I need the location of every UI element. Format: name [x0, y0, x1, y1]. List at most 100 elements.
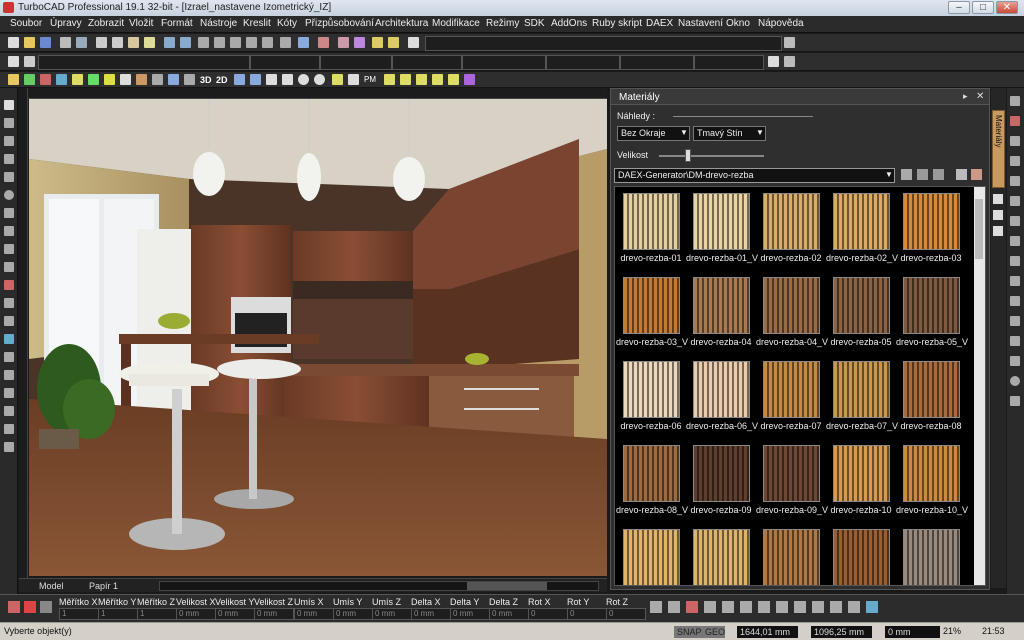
- material-thumbnail[interactable]: [623, 361, 680, 418]
- close-button[interactable]: ✕: [996, 1, 1018, 14]
- menu-zobrazit[interactable]: Zobrazit: [88, 18, 124, 29]
- settings-icon[interactable]: [784, 56, 795, 67]
- stop-icon[interactable]: [40, 601, 52, 613]
- zoom-in-icon[interactable]: [198, 37, 209, 48]
- right-tool-icon-11[interactable]: [1010, 296, 1020, 306]
- coord-field-input[interactable]: 1: [98, 608, 138, 620]
- snap-mode-indicator[interactable]: SNAP: [674, 626, 703, 638]
- zoom-out-icon[interactable]: [214, 37, 225, 48]
- arrow-select-icon[interactable]: [4, 100, 14, 110]
- drawing-viewport[interactable]: [29, 99, 607, 576]
- material-thumbnail[interactable]: [833, 361, 890, 418]
- material-thumbnail[interactable]: [623, 445, 680, 502]
- solid-icon[interactable]: [4, 352, 14, 362]
- hammer-icon[interactable]: [136, 74, 147, 85]
- menu-upravy[interactable]: Úpravy: [50, 18, 82, 29]
- menu-rezimy[interactable]: Režimy: [486, 18, 519, 29]
- open-file-icon[interactable]: [24, 37, 35, 48]
- right-tool-icon-9[interactable]: [1010, 256, 1020, 266]
- snap-tool-icon-5[interactable]: [722, 601, 734, 613]
- grid-icon[interactable]: [348, 74, 359, 85]
- modify-icon[interactable]: [4, 280, 14, 290]
- right-tool-icon-13[interactable]: [1010, 336, 1020, 346]
- info-icon[interactable]: [464, 74, 475, 85]
- line-icon[interactable]: [4, 136, 14, 146]
- right-tool-icon-1[interactable]: [1010, 96, 1020, 106]
- material-thumbnail[interactable]: [833, 445, 890, 502]
- menu-ruby-skript[interactable]: Ruby skript: [592, 18, 642, 29]
- block-tool-icon-2[interactable]: [400, 74, 411, 85]
- style-icon[interactable]: [24, 56, 35, 67]
- hatch-icon[interactable]: [4, 298, 14, 308]
- block-tool-icon-3[interactable]: [416, 74, 427, 85]
- menu-vlozit[interactable]: Vložit: [129, 18, 153, 29]
- snap-tool-icon-4[interactable]: [704, 601, 716, 613]
- filter-icon[interactable]: [933, 169, 944, 180]
- scrollbar-thumb[interactable]: [975, 199, 983, 259]
- coord-field-input[interactable]: 0 mm: [411, 608, 451, 620]
- geo-mode-indicator[interactable]: GEO: [702, 626, 725, 638]
- material-thumbnail[interactable]: [623, 277, 680, 334]
- shadow-select[interactable]: Tmavý Stín ▼: [693, 126, 766, 141]
- node-edit-icon[interactable]: [4, 118, 14, 128]
- curve-icon[interactable]: [4, 226, 14, 236]
- vertical-scrollbar[interactable]: [974, 187, 985, 585]
- red-tool-icon[interactable]: [40, 74, 51, 85]
- redo-icon[interactable]: [180, 37, 191, 48]
- coord-field-input[interactable]: 0: [606, 608, 646, 620]
- pm-button[interactable]: PM: [364, 75, 376, 84]
- plant-icon[interactable]: [88, 74, 99, 85]
- command-go-icon[interactable]: [784, 37, 795, 48]
- view-options-icon[interactable]: [956, 169, 967, 180]
- polyline-icon[interactable]: [4, 154, 14, 164]
- text-icon[interactable]: [4, 244, 14, 254]
- chevron-down-icon[interactable]: ▼: [756, 128, 764, 137]
- blue-tool-icon[interactable]: [56, 74, 67, 85]
- insert-icon[interactable]: [388, 37, 399, 48]
- menu-kreslit[interactable]: Kreslit: [243, 18, 271, 29]
- menu-format[interactable]: Formát: [161, 18, 193, 29]
- insert-symbol-icon[interactable]: [4, 316, 14, 326]
- coord-field-input[interactable]: 0 mm: [176, 608, 216, 620]
- material-thumbnail[interactable]: [693, 277, 750, 334]
- stair-icon[interactable]: [4, 442, 14, 452]
- right-tool-icon-12[interactable]: [1010, 316, 1020, 326]
- workplane-icon[interactable]: [234, 74, 245, 85]
- material-thumbnail[interactable]: [833, 529, 890, 585]
- scrollbar-thumb[interactable]: [467, 582, 547, 590]
- side-tab-icon-1[interactable]: [993, 194, 1003, 204]
- property-icon[interactable]: [8, 56, 19, 67]
- snap-tool-icon-8[interactable]: [776, 601, 788, 613]
- material-thumbnail[interactable]: [693, 445, 750, 502]
- chevron-down-icon[interactable]: ▼: [680, 128, 688, 137]
- folder-icon[interactable]: [901, 169, 912, 180]
- materials-side-tab[interactable]: Materiály: [992, 110, 1005, 188]
- material-thumbnail[interactable]: [623, 529, 680, 585]
- brush-select[interactable]: [462, 55, 546, 70]
- edge-select[interactable]: Bez Okraje ▼: [617, 126, 690, 141]
- material-thumbnail[interactable]: [623, 193, 680, 250]
- snap-tool-icon-1[interactable]: [650, 601, 662, 613]
- zoom-all-icon[interactable]: [262, 37, 273, 48]
- snap-tool-icon-11[interactable]: [830, 601, 842, 613]
- block-icon[interactable]: [372, 37, 383, 48]
- menu-koty[interactable]: Kóty: [277, 18, 297, 29]
- coord-field-input[interactable]: 0 mm: [372, 608, 412, 620]
- menu-architektura[interactable]: Architektura: [375, 18, 428, 29]
- menu-daex[interactable]: DAEX: [646, 18, 673, 29]
- material-thumbnail[interactable]: [903, 193, 960, 250]
- view-icon-1[interactable]: [250, 74, 261, 85]
- snap-tool-icon-10[interactable]: [812, 601, 824, 613]
- size-slider-track[interactable]: [659, 155, 764, 157]
- view-icon-2[interactable]: [266, 74, 277, 85]
- right-tool-icon-2[interactable]: [1010, 116, 1020, 126]
- menu-okno[interactable]: Okno: [726, 18, 750, 29]
- cut-icon[interactable]: [96, 37, 107, 48]
- block-tool-icon-1[interactable]: [384, 74, 395, 85]
- side-tab-icon-2[interactable]: [993, 210, 1003, 220]
- edit-material-icon[interactable]: [971, 169, 982, 180]
- zoom-window-icon[interactable]: [246, 37, 257, 48]
- layer-icon[interactable]: [338, 37, 349, 48]
- dimension-icon[interactable]: [4, 262, 14, 272]
- pen-width-select[interactable]: [392, 55, 462, 70]
